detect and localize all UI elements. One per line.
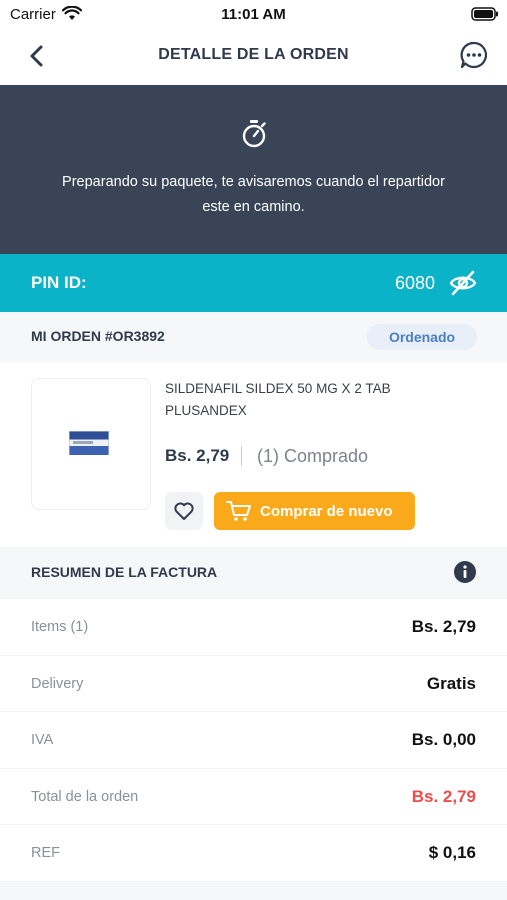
chat-bubble-icon[interactable] <box>459 40 489 70</box>
heart-icon <box>174 502 194 520</box>
product-price: Bs. 2,79 <box>165 446 230 465</box>
order-number: MI ORDEN #OR3892 <box>31 328 165 344</box>
product-quantity: (1) Comprado <box>257 446 369 466</box>
row-label: Delivery <box>31 675 84 692</box>
invoice-summary-title: RESUMEN DE LA FACTURA <box>31 564 218 580</box>
product-box-image <box>69 431 109 455</box>
next-section-divider <box>0 882 507 900</box>
product-item: SILDENAFIL SILDEX 50 MG X 2 TAB PLUSANDE… <box>0 362 507 547</box>
invoice-row-ref: REF $ 0,16 <box>0 825 507 882</box>
row-value: Gratis <box>426 673 476 693</box>
row-label: Items (1) <box>31 619 89 635</box>
eye-off-icon[interactable] <box>449 270 477 296</box>
pin-value: 6080 <box>394 273 435 293</box>
invoice-row-iva: IVA Bs. 0,00 <box>0 712 507 769</box>
row-label: IVA <box>31 732 54 748</box>
battery-icon <box>471 7 498 21</box>
product-name: SILDENAFIL SILDEX 50 MG X 2 TAB PLUSANDE… <box>165 381 391 418</box>
timer-icon <box>242 120 266 148</box>
invoice-row-items: Items (1) Bs. 2,79 <box>0 599 507 656</box>
row-label: REF <box>31 845 60 861</box>
row-value-total: Bs. 2,79 <box>411 786 476 806</box>
status-message: Preparando su paquete, te avisaremos cua… <box>62 174 445 215</box>
cart-icon <box>226 501 251 521</box>
pin-label: PIN ID: <box>31 273 87 292</box>
nav-header: DETALLE DE LA ORDEN <box>0 28 507 84</box>
pin-bar: PIN ID: 6080 <box>0 254 507 312</box>
price-divider <box>241 446 242 466</box>
status-banner: Preparando su paquete, te avisaremos cua… <box>0 85 507 254</box>
info-icon[interactable] <box>453 560 477 584</box>
status-bar: Carrier 11:01 AM <box>0 0 507 28</box>
status-badge: Ordenado <box>367 324 477 350</box>
row-value: Bs. 2,79 <box>411 617 476 636</box>
order-header: MI ORDEN #OR3892 Ordenado <box>0 312 507 362</box>
invoice-summary-header: RESUMEN DE LA FACTURA <box>0 547 507 599</box>
buy-again-button[interactable]: Comprar de nuevo <box>214 492 415 530</box>
clock: 11:01 AM <box>221 6 286 23</box>
product-image <box>31 378 151 510</box>
invoice-row-total: Total de la orden Bs. 2,79 <box>0 769 507 825</box>
row-value: Bs. 0,00 <box>411 730 476 749</box>
invoice-rows: Items (1) Bs. 2,79 Delivery Gratis IVA B… <box>0 599 507 882</box>
favorite-button[interactable] <box>165 492 203 530</box>
buy-again-label: Comprar de nuevo <box>260 503 393 520</box>
invoice-row-delivery: Delivery Gratis <box>0 656 507 712</box>
page-title: DETALLE DE LA ORDEN <box>158 46 349 63</box>
row-value: $ 0,16 <box>428 843 476 862</box>
row-label: Total de la orden <box>31 788 139 805</box>
